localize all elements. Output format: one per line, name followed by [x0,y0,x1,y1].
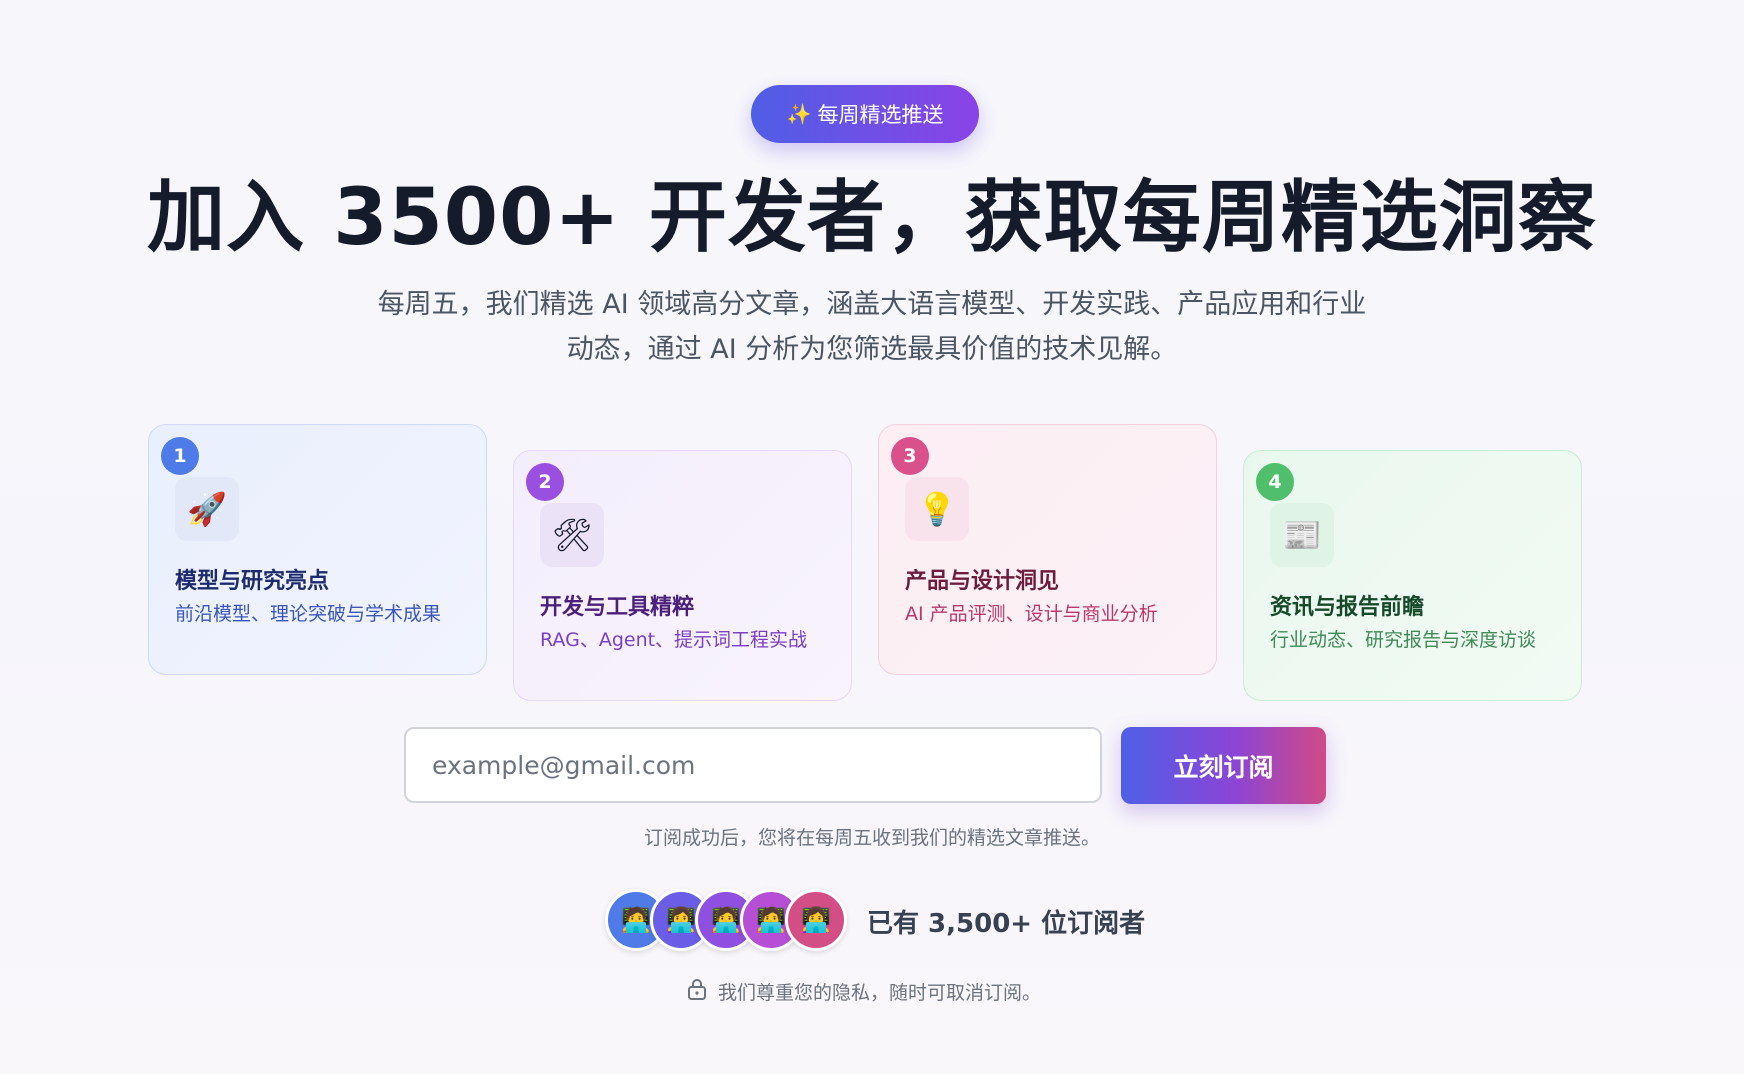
card-title: 模型与研究亮点 [175,569,330,594]
card-description: 前沿模型、理论突破与学术成果 [175,603,442,625]
privacy-note: 我们尊重您的隐私，随时可取消订阅。 [686,977,1041,1006]
card-number: 1 [161,437,199,475]
lock-icon [686,977,708,1006]
newspaper-icon: 📰 [1270,503,1334,567]
page-title: 加入 3500+ 开发者，获取每周精选洞察 [147,173,1597,263]
tools-icon: 🛠 [540,503,604,567]
subscriber-avatars: 🧑‍💻 👩‍💻 🧑‍💻 🧑‍💻 👩‍💻 [605,889,847,951]
card-description: RAG、Agent、提示词工程实战 [540,629,808,651]
subscriber-count: 已有 3,500+ 位订阅者 [867,909,1146,939]
subscribe-button[interactable]: 立刻订阅 [1121,727,1326,804]
topic-card-product-design: 3 💡 产品与设计洞见 AI 产品评测、设计与商业分析 [878,424,1217,675]
privacy-text: 我们尊重您的隐私，随时可取消订阅。 [718,982,1042,1004]
weekly-picks-badge: ✨ 每周精选推送 [751,85,979,143]
card-description: AI 产品评测、设计与商业分析 [905,603,1158,625]
topic-card-models: 1 🚀 模型与研究亮点 前沿模型、理论突破与学术成果 [148,424,487,675]
card-number: 4 [1256,463,1294,501]
card-number: 2 [526,463,564,501]
subtitle-line-1: 每周五，我们精选 AI 领域高分文章，涵盖大语言模型、开发实践、产品应用和行业 [377,289,1367,320]
email-input[interactable] [404,727,1102,803]
subtitle-line-2: 动态，通过 AI 分析为您筛选最具价值的技术见解。 [566,334,1178,365]
card-title: 资讯与报告前瞻 [1270,595,1425,620]
topic-card-dev-tools: 2 🛠 开发与工具精粹 RAG、Agent、提示词工程实战 [513,450,852,701]
card-title: 开发与工具精粹 [540,595,695,620]
rocket-icon: 🚀 [175,477,239,541]
sparkles-icon: ✨ [786,102,812,126]
badge-label: 每周精选推送 [817,103,944,127]
page-subtitle: 每周五，我们精选 AI 领域高分文章，涵盖大语言模型、开发实践、产品应用和行业 … [322,282,1422,372]
lightbulb-icon: 💡 [905,477,969,541]
card-description: 行业动态、研究报告与深度访谈 [1270,629,1537,651]
subscribe-note: 订阅成功后，您将在每周五收到我们的精选文章推送。 [643,827,1100,849]
card-number: 3 [891,437,929,475]
card-title: 产品与设计洞见 [905,569,1060,594]
avatar: 👩‍💻 [785,889,847,951]
topic-card-news-reports: 4 📰 资讯与报告前瞻 行业动态、研究报告与深度访谈 [1243,450,1582,701]
